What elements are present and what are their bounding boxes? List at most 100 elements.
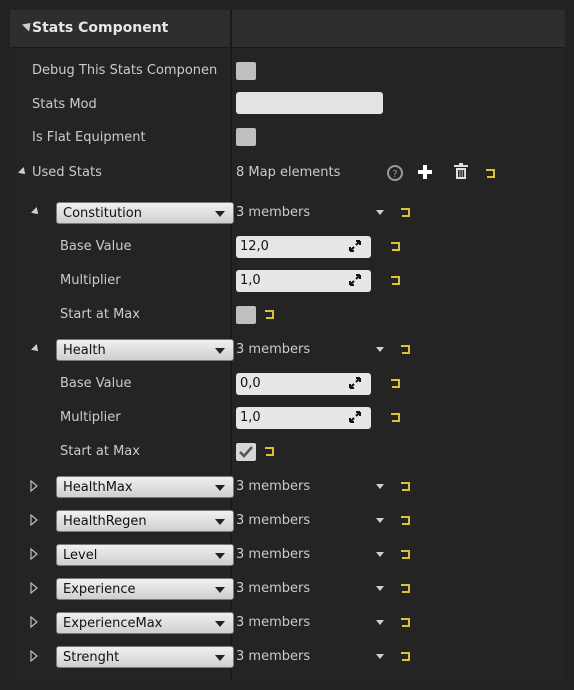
trash-icon[interactable] (454, 163, 468, 180)
stat-row-level: Level 3 members (10, 538, 565, 572)
members-count: 3 members (236, 513, 311, 528)
is-flat-checkbox[interactable] (236, 128, 256, 146)
is-flat-row: Is Flat Equipment (10, 121, 565, 155)
add-icon[interactable] (417, 164, 433, 180)
chevron-down-icon (215, 587, 225, 593)
reset-arrow-icon[interactable] (401, 345, 412, 354)
used-stats-label: Used Stats (32, 165, 102, 180)
expand-arrow-icon[interactable] (30, 514, 38, 526)
reset-arrow-icon[interactable] (391, 379, 402, 388)
stat-key-dropdown[interactable]: Health (56, 339, 234, 361)
start-at-max-label: Start at Max (60, 444, 140, 459)
chevron-down-icon[interactable] (376, 620, 384, 625)
start-at-max-row: Start at Max (10, 435, 565, 469)
expand-arrow-icon[interactable] (30, 616, 38, 628)
reset-arrow-icon[interactable] (401, 618, 412, 627)
reset-arrow-icon[interactable] (401, 208, 412, 217)
members-count: 3 members (236, 547, 311, 562)
svg-text:?: ? (392, 169, 397, 180)
start-at-max-row: Start at Max (10, 298, 565, 332)
chevron-down-icon (215, 553, 225, 559)
multiplier-input[interactable]: 1,0 (236, 407, 371, 429)
stat-key-dropdown[interactable]: HealthRegen (56, 510, 234, 532)
reset-arrow-icon[interactable] (401, 652, 412, 661)
stat-row-experience: Experience 3 members (10, 572, 565, 606)
chevron-down-icon[interactable] (376, 484, 384, 489)
reset-arrow-icon[interactable] (401, 550, 412, 559)
reset-arrow-icon[interactable] (486, 169, 497, 178)
reset-arrow-icon[interactable] (391, 242, 402, 251)
stat-key-dropdown[interactable]: Level (56, 544, 234, 566)
checkmark-icon (239, 446, 253, 458)
stat-row-strenght: Strenght 3 members (10, 640, 565, 674)
expand-arrow-icon[interactable] (30, 548, 38, 560)
stat-row-health: Health 3 members (10, 333, 565, 367)
section-title: Stats Component (32, 20, 169, 36)
stat-row-experiencemax: ExperienceMax 3 members (10, 606, 565, 640)
reset-arrow-icon[interactable] (265, 447, 276, 456)
members-count: 3 members (236, 581, 311, 596)
debug-checkbox[interactable] (236, 62, 256, 80)
is-flat-label: Is Flat Equipment (32, 130, 146, 145)
expand-arrow-icon[interactable] (30, 582, 38, 594)
chevron-down-icon (215, 655, 225, 661)
expand-arrow-icon[interactable] (30, 650, 38, 662)
chevron-down-icon[interactable] (376, 654, 384, 659)
members-count: 3 members (236, 342, 311, 357)
help-icon[interactable]: ? (386, 164, 404, 182)
chevron-down-icon[interactable] (376, 347, 384, 352)
section-header[interactable]: Stats Component (10, 10, 565, 48)
start-at-max-label: Start at Max (60, 307, 140, 322)
multiplier-input[interactable]: 1,0 (236, 270, 371, 292)
chevron-down-icon (215, 485, 225, 491)
multiplier-row: Multiplier 1,0 (10, 264, 565, 298)
numeric-drag-icon[interactable] (349, 377, 361, 389)
reset-arrow-icon[interactable] (265, 310, 276, 319)
numeric-drag-icon[interactable] (349, 274, 361, 286)
expand-arrow-icon[interactable] (31, 344, 41, 354)
base-value-label: Base Value (60, 376, 132, 391)
numeric-drag-icon[interactable] (349, 411, 361, 423)
members-count: 3 members (236, 479, 311, 494)
stat-key-dropdown[interactable]: ExperienceMax (56, 612, 234, 634)
expand-arrow-icon[interactable] (31, 207, 41, 217)
reset-arrow-icon[interactable] (401, 482, 412, 491)
members-count: 3 members (236, 649, 311, 664)
reset-arrow-icon[interactable] (391, 276, 402, 285)
chevron-down-icon[interactable] (376, 586, 384, 591)
chevron-down-icon[interactable] (376, 552, 384, 557)
base-value-row: Base Value 0,0 (10, 367, 565, 401)
base-value-input[interactable]: 12,0 (236, 236, 371, 258)
chevron-down-icon (215, 621, 225, 627)
reset-arrow-icon[interactable] (391, 413, 402, 422)
numeric-drag-icon[interactable] (349, 240, 361, 252)
stat-row-healthmax: HealthMax 3 members (10, 470, 565, 504)
multiplier-label: Multiplier (60, 273, 121, 288)
stat-key-dropdown[interactable]: Experience (56, 578, 234, 600)
chevron-down-icon (215, 348, 225, 354)
reset-arrow-icon[interactable] (401, 584, 412, 593)
stats-mod-row: Stats Mod (10, 88, 565, 122)
debug-row: Debug This Stats Componen (10, 54, 565, 88)
reset-arrow-icon[interactable] (401, 516, 412, 525)
chevron-down-icon (215, 211, 225, 217)
stat-row-constitution: Constitution 3 members (10, 196, 565, 230)
stat-key-dropdown[interactable]: Strenght (56, 646, 234, 668)
base-value-input[interactable]: 0,0 (236, 373, 371, 395)
debug-label: Debug This Stats Componen (32, 63, 218, 78)
chevron-down-icon[interactable] (376, 210, 384, 215)
stat-key-dropdown[interactable]: Constitution (56, 202, 234, 224)
start-at-max-checkbox[interactable] (236, 443, 256, 461)
expand-arrow-icon[interactable] (18, 167, 28, 177)
stat-key-dropdown[interactable]: HealthMax (56, 476, 234, 498)
base-value-label: Base Value (60, 239, 132, 254)
members-count: 3 members (236, 615, 311, 630)
members-count: 3 members (236, 205, 311, 220)
expand-arrow-icon[interactable] (30, 480, 38, 492)
stats-mod-input[interactable] (236, 92, 383, 114)
used-stats-row: Used Stats 8 Map elements ? (10, 156, 565, 190)
chevron-down-icon[interactable] (376, 518, 384, 523)
stats-mod-label: Stats Mod (32, 97, 97, 112)
start-at-max-checkbox[interactable] (236, 306, 256, 324)
chevron-down-icon (215, 519, 225, 525)
